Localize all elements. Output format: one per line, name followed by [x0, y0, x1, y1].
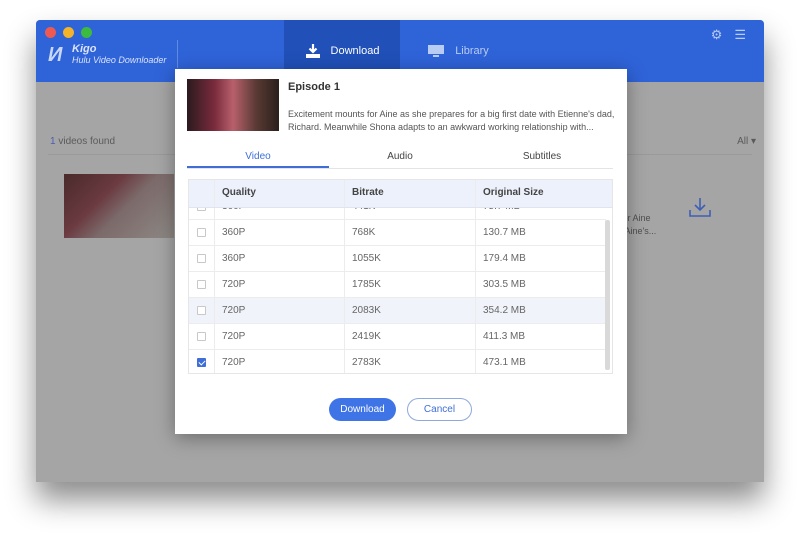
header-bitrate: Bitrate	[345, 180, 476, 207]
cell-quality: 720P	[215, 272, 345, 297]
cancel-button[interactable]: Cancel	[407, 398, 472, 421]
cell-quality: 720P	[215, 350, 345, 373]
row-checkbox[interactable]	[197, 254, 206, 263]
cell-size: 354.2 MB	[483, 305, 526, 316]
table-header: Quality Bitrate Original Size	[189, 180, 612, 208]
divider	[177, 40, 178, 68]
app-subtitle: Hulu Video Downloader	[72, 55, 167, 65]
dialog-tabs: Video Audio Subtitles	[187, 149, 613, 169]
episode-description: Excitement mounts for Aine as she prepar…	[288, 109, 615, 132]
table-row[interactable]: 360P 768K 130.7 MB	[189, 220, 606, 246]
table-row[interactable]: 720P 1785K 303.5 MB	[189, 272, 606, 298]
cell-quality: 360P	[215, 220, 345, 245]
tab-subtitles[interactable]: Subtitles	[471, 149, 613, 168]
cell-bitrate: 768K	[345, 220, 476, 245]
table-body: 360P441K75.7 MB360P768K130.7 MB360P1055K…	[189, 194, 606, 373]
download-icon	[305, 44, 320, 58]
cell-bitrate: 2083K	[345, 298, 476, 323]
row-checkbox[interactable]	[197, 358, 206, 367]
episode-title: Episode 1	[288, 81, 340, 93]
close-window-button[interactable]	[45, 27, 56, 38]
minimize-window-button[interactable]	[63, 27, 74, 38]
download-icon[interactable]	[688, 196, 712, 223]
header-quality: Quality	[215, 180, 345, 207]
app-name: Kigo	[72, 43, 97, 55]
app-logo: И Kigo Hulu Video Downloader	[48, 44, 166, 66]
maximize-window-button[interactable]	[81, 27, 92, 38]
tab-audio[interactable]: Audio	[329, 149, 471, 168]
cell-bitrate: 1785K	[345, 272, 476, 297]
quality-table: Quality Bitrate Original Size 360P441K75…	[188, 179, 613, 374]
cell-quality: 360P	[215, 246, 345, 271]
download-button[interactable]: Download	[329, 398, 396, 421]
cell-size: 179.4 MB	[483, 253, 526, 264]
row-checkbox[interactable]	[197, 280, 206, 289]
cell-bitrate: 1055K	[345, 246, 476, 271]
cell-size: 411.3 MB	[483, 331, 526, 342]
table-row[interactable]: 720P 2083K 354.2 MB	[189, 298, 606, 324]
table-row[interactable]: 720P 2783K 473.1 MB	[189, 350, 606, 373]
header-size: Original Size	[483, 187, 544, 198]
monitor-icon	[428, 45, 445, 57]
kigo-logo-icon: И	[48, 44, 63, 66]
gear-icon[interactable]: ⚙	[711, 27, 723, 43]
download-options-dialog: Episode 1 Excitement mounts for Aine as …	[175, 69, 627, 434]
table-row[interactable]: 720P 2419K 411.3 MB	[189, 324, 606, 350]
row-checkbox[interactable]	[197, 332, 206, 341]
menu-icon[interactable]: ☰	[734, 27, 746, 43]
filter-select[interactable]: All ▾	[737, 136, 756, 147]
video-thumbnail	[64, 174, 174, 238]
videos-found-label: 1 videos found	[50, 136, 116, 147]
tab-library-label: Library	[455, 45, 489, 57]
cell-quality: 720P	[215, 298, 345, 323]
episode-thumbnail	[187, 79, 279, 131]
tab-video[interactable]: Video	[187, 149, 329, 168]
cell-size: 303.5 MB	[483, 279, 526, 290]
cell-bitrate: 2783K	[345, 350, 476, 373]
cell-size: 473.1 MB	[483, 357, 526, 368]
cell-bitrate: 2419K	[345, 324, 476, 349]
window-controls	[45, 27, 92, 38]
cell-size: 130.7 MB	[483, 227, 526, 238]
tab-download-label: Download	[330, 45, 380, 57]
cell-quality: 720P	[215, 324, 345, 349]
scrollbar[interactable]	[605, 220, 610, 370]
table-row[interactable]: 360P 1055K 179.4 MB	[189, 246, 606, 272]
row-checkbox[interactable]	[197, 228, 206, 237]
row-checkbox[interactable]	[197, 306, 206, 315]
